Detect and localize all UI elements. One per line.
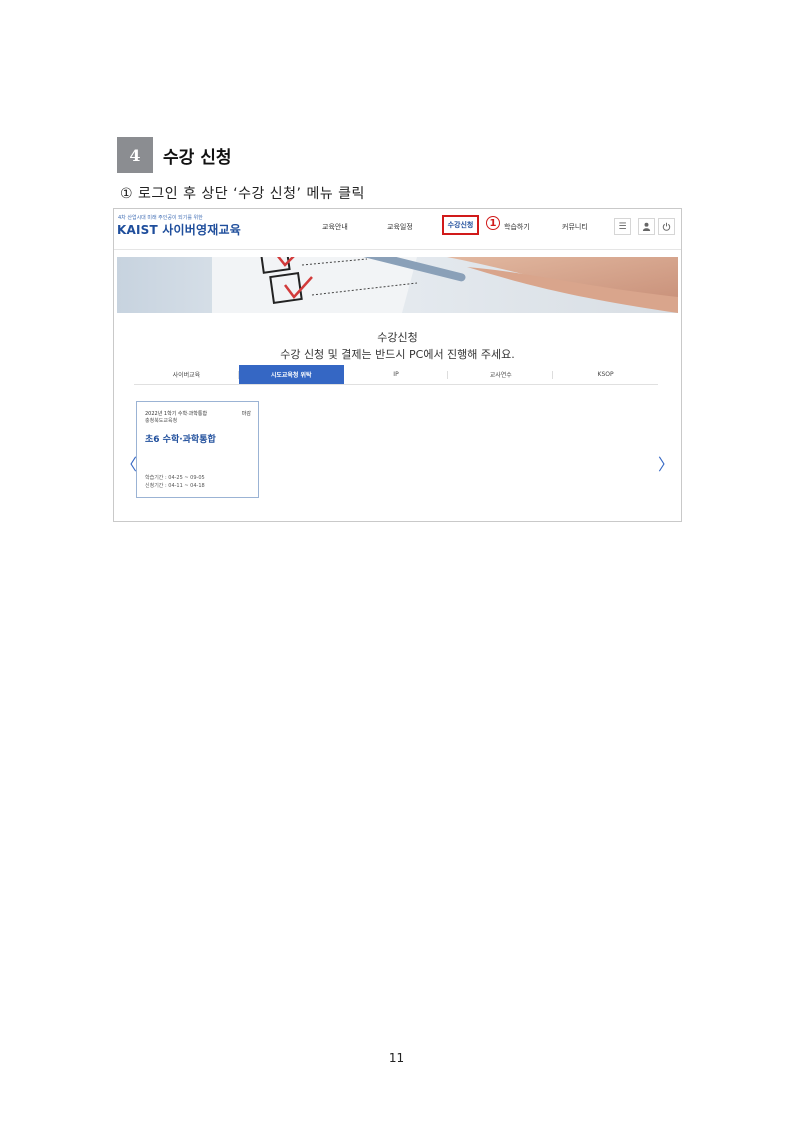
tab-label: KSOP [597,371,614,378]
site-logo[interactable]: KAIST 사이버영재교육 [117,221,241,238]
section-header: 4 수강 신청 [117,137,231,173]
nav-learning[interactable]: 학습하기 [504,222,530,232]
nav-course-registration[interactable]: 수강신청 [442,215,479,235]
section-number: 4 [117,137,153,173]
tab-label: 교사연수 [489,372,512,379]
user-icon[interactable] [638,218,655,235]
hero-banner [117,257,678,313]
apply-period: 신청기간 : 04-11 ~ 04-18 [145,483,205,489]
chevron-left-icon[interactable]: 〈 [121,451,137,475]
page-number: 11 [388,1051,405,1065]
site-header: 4차 산업시대 미래 주인공이 되기를 위한 KAIST 사이버영재교육 교육안… [114,209,681,250]
study-period: 학습기간 : 04-25 ~ 09-05 [145,475,205,481]
tab-ksop[interactable]: KSOP [553,365,658,384]
step-instruction: ① 로그인 후 상단 ‘수강 신청’ 메뉴 클릭 [120,186,365,202]
course-name: 초6 수학·과학통합 [145,435,216,445]
status-badge: 마감 [241,411,251,417]
nav-education-schedule[interactable]: 교육일정 [387,222,413,232]
tab-office-of-education[interactable]: 시도교육청 위탁 [238,365,344,384]
menu-icon[interactable]: ☰ [614,218,631,235]
nav-education-info[interactable]: 교육안내 [322,222,348,232]
nav-community[interactable]: 커뮤니티 [562,222,588,232]
page-title: 수강신청 [377,331,418,344]
tab-label: IP [393,371,399,378]
logo-subtitle: 4차 산업시대 미래 주인공이 되기를 위한 [118,215,203,221]
tab-label: 시도교육청 위탁 [270,372,312,379]
category-tabs: 사이버교육 시도교육청 위탁 IP 교사연수 KSOP [134,365,658,385]
course-semester: 2022년 1학기 수학·과학통합 [145,411,208,417]
power-icon[interactable] [658,218,675,235]
chevron-right-icon[interactable]: 〉 [658,451,674,475]
website-screenshot: 4차 산업시대 미래 주인공이 되기를 위한 KAIST 사이버영재교육 교육안… [113,208,682,522]
pc-notice: 수강 신청 및 결제는 반드시 PC에서 진행해 주세요. [280,348,515,361]
tab-label: 사이버교육 [172,372,201,379]
tab-ip[interactable]: IP [344,365,449,384]
course-organization: 충청북도교육청 [145,418,178,424]
step-marker: 1 [486,216,500,230]
tab-cyber-education[interactable]: 사이버교육 [134,365,239,384]
tab-teacher-training[interactable]: 교사연수 [448,365,554,384]
section-title: 수강 신청 [163,147,232,168]
course-card[interactable]: 2022년 1학기 수학·과학통합 마감 충청북도교육청 초6 수학·과학통합 … [136,401,259,498]
